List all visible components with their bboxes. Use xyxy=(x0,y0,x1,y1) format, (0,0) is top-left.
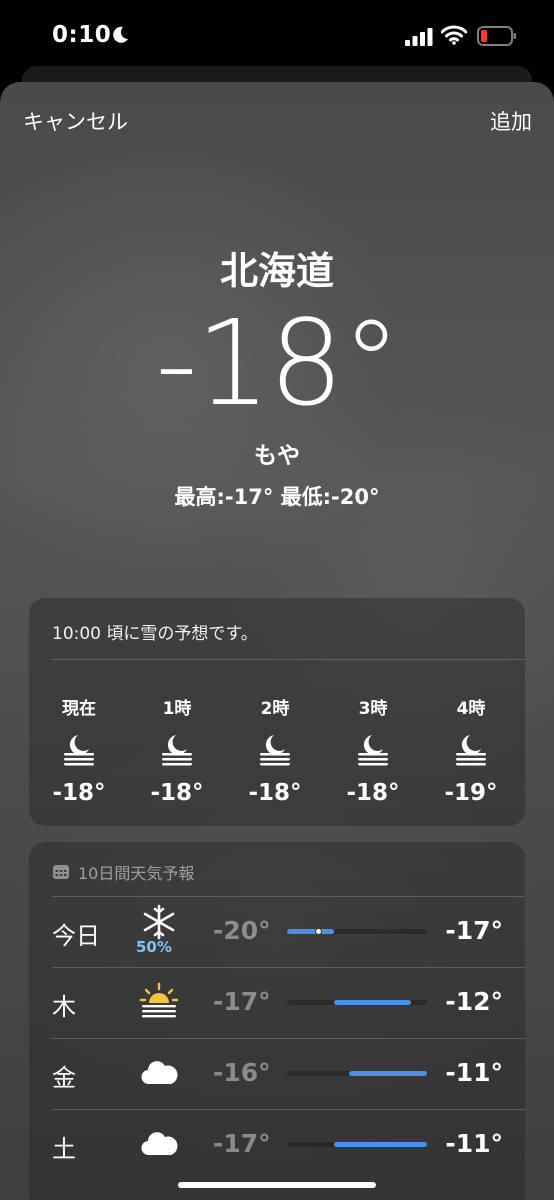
current-condition: もや xyxy=(254,443,300,469)
moon-fog-icon xyxy=(258,732,292,766)
card-divider xyxy=(52,659,525,660)
day-name: 土 xyxy=(52,1135,76,1163)
hourly-item: 3時 -18° xyxy=(333,694,413,806)
temperature-range-bar xyxy=(287,1071,427,1076)
day-low-temperature: -17° xyxy=(213,987,271,1016)
weather-sheet: キャンセル 追加 北海道 -18° もや 最高:-17° 最低:-20° 10:… xyxy=(0,82,554,1200)
moon-fog-icon xyxy=(454,732,488,766)
hourly-time-label: 2時 xyxy=(260,699,290,719)
daily-forecast-row[interactable]: 土 -17° -11° xyxy=(29,1109,525,1179)
current-temp-dot xyxy=(314,928,322,935)
day-name: 金 xyxy=(52,1064,76,1092)
cloud-icon xyxy=(139,1123,179,1163)
hourly-item: 2時 -18° xyxy=(235,694,315,806)
hourly-temperature: -18° xyxy=(248,780,302,806)
battery-low-icon xyxy=(477,26,516,46)
cellular-signal-icon xyxy=(405,28,433,46)
daily-forecast-row[interactable]: 今日 50% -20° -17° xyxy=(29,896,525,966)
hourly-time-label: 3時 xyxy=(358,699,388,719)
hourly-temperature: -18° xyxy=(150,780,204,806)
status-time: 0:10 xyxy=(52,22,112,48)
location-name: 北海道 xyxy=(219,249,334,293)
temperature-range-fill xyxy=(333,1000,412,1005)
hourly-summary: 10:00 頃に雪の予想です。 xyxy=(52,624,258,644)
cancel-button[interactable]: キャンセル xyxy=(23,106,128,136)
daily-forecast-row[interactable]: 金 -16° -11° xyxy=(29,1038,525,1108)
do-not-disturb-moon-icon xyxy=(113,26,128,43)
day-high-temperature: -17° xyxy=(445,916,503,945)
temperature-range-bar xyxy=(287,1000,427,1005)
hourly-temperature: -19° xyxy=(444,780,498,806)
hourly-item: 現在 -18° xyxy=(39,694,119,806)
temperature-range-fill xyxy=(287,929,334,934)
temperature-range-bar xyxy=(287,928,427,935)
moon-fog-icon xyxy=(356,732,390,766)
moon-fog-icon xyxy=(62,732,96,766)
daily-forecast-card[interactable]: 10日間天気予報 今日 50% -20° -17° 木 -17° -12° 金 -16° -11°… xyxy=(29,842,525,1200)
daily-header-label: 10日間天気予報 xyxy=(78,864,195,883)
hourly-time-label: 4時 xyxy=(456,699,486,719)
hourly-item: 4時 -19° xyxy=(431,694,511,806)
sun-haze-icon xyxy=(139,981,179,1021)
day-high-temperature: -11° xyxy=(445,1129,503,1158)
temperature-range-bar xyxy=(287,1142,427,1147)
moon-fog-icon xyxy=(160,732,194,766)
high-low-temperature: 最高:-17° 最低:-20° xyxy=(174,485,380,509)
day-low-temperature: -16° xyxy=(213,1058,271,1087)
hourly-item: 1時 -18° xyxy=(137,694,217,806)
add-button[interactable]: 追加 xyxy=(490,106,532,136)
snowflake-icon xyxy=(139,902,179,942)
day-name: 今日 xyxy=(52,922,100,950)
precipitation-chance: 50% xyxy=(136,938,172,956)
hourly-time-label: 現在 xyxy=(62,699,96,719)
day-low-temperature: -17° xyxy=(213,1129,271,1158)
day-high-temperature: -11° xyxy=(445,1058,503,1087)
daily-forecast-row[interactable]: 木 -17° -12° xyxy=(29,967,525,1037)
hourly-forecast-card[interactable]: 10:00 頃に雪の予想です。 現在 -18° 1時 -18° 2時 -18° 3時 -18°… xyxy=(29,598,525,826)
day-high-temperature: -12° xyxy=(445,987,503,1016)
temperature-range-fill xyxy=(349,1071,427,1076)
hourly-temperature: -18° xyxy=(346,780,400,806)
temperature-range-fill xyxy=(333,1142,427,1147)
hourly-time-label: 1時 xyxy=(162,699,192,719)
current-temperature: -18° xyxy=(155,294,401,432)
status-bar: 0:10 xyxy=(0,0,554,72)
wifi-icon xyxy=(441,25,467,45)
home-indicator[interactable] xyxy=(178,1182,376,1188)
cloud-icon xyxy=(139,1052,179,1092)
daily-forecast-header: 10日間天気予報 xyxy=(52,860,194,884)
calendar-icon xyxy=(53,865,69,879)
day-name: 木 xyxy=(52,993,76,1021)
day-low-temperature: -20° xyxy=(213,916,271,945)
hourly-temperature: -18° xyxy=(52,780,106,806)
